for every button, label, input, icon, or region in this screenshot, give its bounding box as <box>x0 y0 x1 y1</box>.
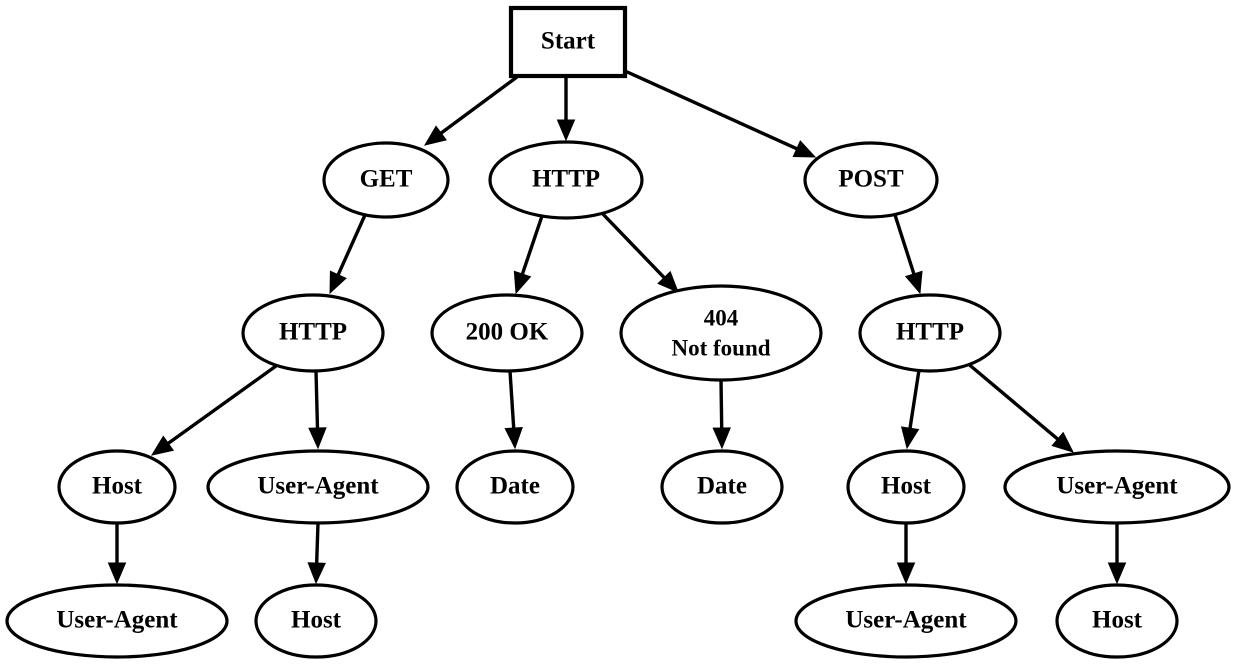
edge-ua2-to-host4 <box>1107 523 1127 585</box>
node-label-ua1: User-Agent <box>257 473 379 500</box>
node-ua1[interactable]: User-Agent <box>206 449 430 525</box>
node-ua4[interactable]: User-Agent <box>794 583 1018 659</box>
edge-start-to-http1 <box>556 77 576 142</box>
edge-ok200-to-date1 <box>504 370 523 450</box>
edge-http1-to-ok200 <box>513 215 544 295</box>
node-label-ua4: User-Agent <box>845 607 967 634</box>
nodes-layer: Start GET HTTP POST HTTP 200 OK 404 Not found HT… <box>5 5 1231 659</box>
node-ua2[interactable]: User-Agent <box>1003 449 1231 525</box>
node-start[interactable]: Start <box>508 5 628 79</box>
edge-http3-to-ua2 <box>964 360 1074 453</box>
node-label-date1: Date <box>490 473 540 500</box>
node-http3[interactable]: HTTP <box>858 293 1002 373</box>
node-get[interactable]: GET <box>322 141 450 219</box>
node-date2[interactable]: Date <box>660 449 784 525</box>
node-host4[interactable]: Host <box>1055 583 1179 659</box>
node-label-http1: HTTP <box>532 166 600 193</box>
edge-post-to-http3 <box>893 214 923 295</box>
node-label-get: GET <box>360 166 413 193</box>
node-label-ua2: User-Agent <box>1056 473 1178 500</box>
node-label-nf404-line2: Not found <box>671 335 770 360</box>
node-nf404[interactable]: 404 Not found <box>619 284 823 382</box>
edge-http1-to-nf404 <box>598 209 679 293</box>
edge-start-to-get <box>423 75 519 146</box>
node-label-post: POST <box>838 166 904 193</box>
edge-http3-to-host2 <box>900 369 921 450</box>
node-post[interactable]: POST <box>803 141 939 219</box>
node-host2[interactable]: Host <box>846 449 966 525</box>
node-label-http3: HTTP <box>896 319 964 346</box>
node-host1[interactable]: Host <box>57 449 177 525</box>
node-date1[interactable]: Date <box>455 449 575 525</box>
node-label-http2: HTTP <box>279 319 347 346</box>
node-label-host4: Host <box>1092 607 1143 634</box>
edge-get-to-http2 <box>329 214 367 295</box>
graph-svg: Start GET HTTP POST HTTP 200 OK 404 Not found HT… <box>5 5 1231 659</box>
node-label-nf404-line1: 404 <box>704 305 739 330</box>
edge-http2-to-host1 <box>150 364 277 456</box>
node-shape-ellipse-nf404 <box>619 284 823 382</box>
node-ua3[interactable]: User-Agent <box>5 583 229 659</box>
node-label-host2: Host <box>881 473 932 500</box>
node-http2[interactable]: HTTP <box>241 293 385 373</box>
node-http1[interactable]: HTTP <box>488 140 644 220</box>
node-label-date2: Date <box>697 473 747 500</box>
node-host3[interactable]: Host <box>254 583 378 659</box>
node-label-host1: Host <box>92 473 143 500</box>
edge-ua1-to-host3 <box>307 522 326 585</box>
edge-http2-to-ua1 <box>308 370 327 450</box>
diagram-canvas: Start GET HTTP POST HTTP 200 OK 404 Not found HT… <box>0 0 1240 667</box>
node-label-ua3: User-Agent <box>56 607 178 634</box>
node-label-ok200: 200 OK <box>466 319 549 346</box>
edge-nf404-to-date2 <box>712 379 731 450</box>
node-ok200[interactable]: 200 OK <box>430 293 584 373</box>
edge-host2-to-ua4 <box>896 523 916 585</box>
edge-host1-to-ua3 <box>107 523 127 585</box>
node-label-start: Start <box>541 28 596 55</box>
node-label-host3: Host <box>291 607 342 634</box>
edge-start-to-post <box>624 69 817 158</box>
